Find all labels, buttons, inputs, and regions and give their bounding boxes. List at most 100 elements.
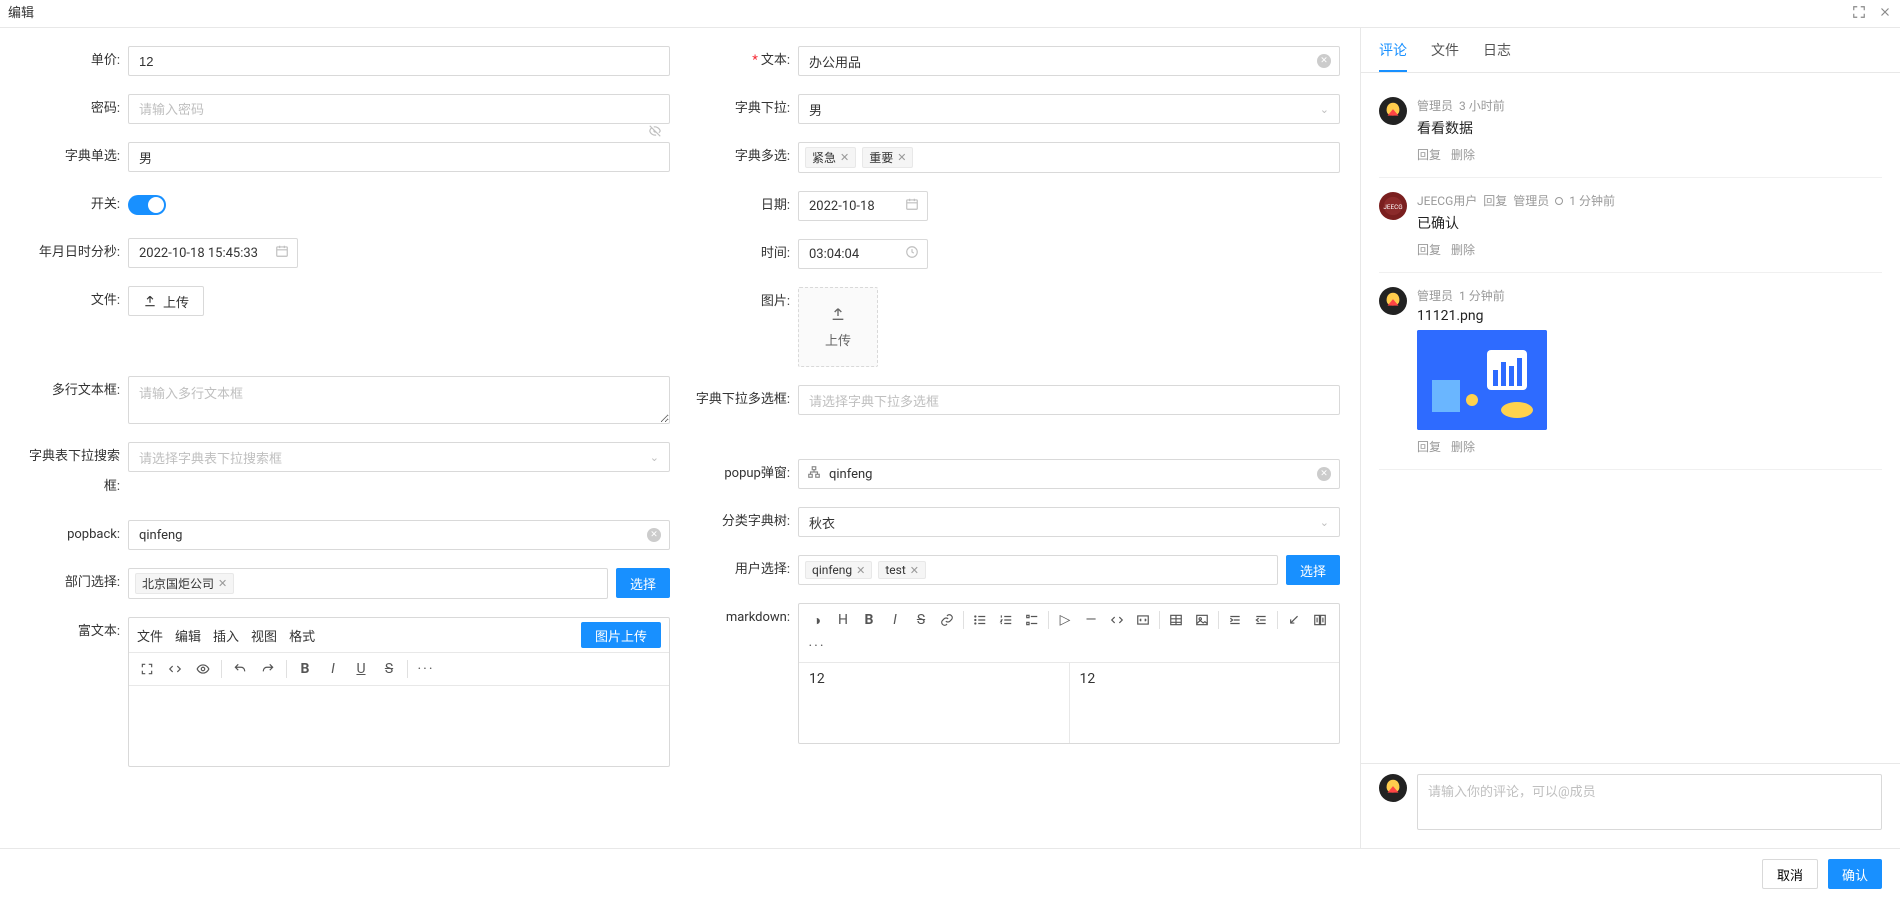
datetime-picker[interactable]: 2022-10-18 15:45:33 [128, 238, 298, 268]
indent-icon[interactable] [1223, 608, 1247, 632]
dict-radio-select[interactable]: 男 [128, 142, 670, 172]
dict-multi-box[interactable]: 紧急✕ 重要✕ [798, 142, 1340, 173]
tab-logs[interactable]: 日志 [1483, 40, 1511, 72]
codeblock-icon[interactable] [1131, 608, 1155, 632]
comment-input[interactable]: 请输入你的评论，可以@成员 [1417, 774, 1882, 830]
delete-link[interactable]: 删除 [1451, 146, 1475, 163]
menu-file[interactable]: 文件 [137, 626, 163, 645]
label-markdown: markdown: [690, 603, 798, 633]
preview-icon[interactable] [191, 657, 215, 681]
italic-icon[interactable]: I [321, 657, 345, 681]
more-icon[interactable]: ··· [414, 657, 438, 681]
richtext-image-upload-button[interactable]: 图片上传 [581, 622, 661, 648]
dept-select-button[interactable]: 选择 [616, 568, 670, 598]
link-icon[interactable] [935, 608, 959, 632]
tab-comments[interactable]: 评论 [1379, 40, 1407, 72]
outdent-icon[interactable] [1249, 608, 1273, 632]
dialog-footer: 取消 确认 [0, 848, 1900, 899]
dict-dropdown-select[interactable]: 男⌄ [798, 94, 1340, 124]
richtext-toolbar: B I U S ··· [129, 653, 669, 686]
markdown-source[interactable]: 12 [799, 663, 1069, 743]
tag-close-icon[interactable]: ✕ [897, 151, 906, 164]
delete-link[interactable]: 删除 [1451, 241, 1475, 258]
label-dict-dropdown: 字典下拉: [690, 94, 798, 124]
undo-icon[interactable] [228, 657, 252, 681]
redo-icon[interactable] [256, 657, 280, 681]
time-picker[interactable]: 03:04:04 [798, 239, 928, 269]
image-upload-box[interactable]: 上传 [798, 287, 878, 367]
label-category-tree: 分类字典树: [690, 507, 798, 537]
dept-select-box[interactable]: 北京国炬公司✕ [128, 568, 608, 599]
tag-close-icon[interactable]: ✕ [910, 564, 919, 577]
text-input[interactable]: 办公用品 ✕ [798, 46, 1340, 76]
strikethrough-icon[interactable]: S [909, 608, 933, 632]
calendar-icon [905, 197, 919, 215]
eye-off-icon[interactable] [648, 124, 662, 142]
reply-link[interactable]: 回复 [1417, 146, 1441, 163]
user-select-box[interactable]: qinfeng✕ test✕ [798, 555, 1278, 585]
switch-toggle[interactable] [128, 195, 166, 215]
calendar-icon [275, 244, 289, 262]
delete-link[interactable]: 删除 [1451, 438, 1475, 455]
tag-close-icon[interactable]: ✕ [856, 564, 865, 577]
ok-button[interactable]: 确认 [1828, 859, 1882, 889]
unit-price-input[interactable] [128, 46, 670, 76]
file-upload-label: 上传 [163, 292, 189, 311]
image-upload-label: 上传 [825, 330, 851, 349]
image-icon[interactable] [1190, 608, 1214, 632]
comments-list: 管理员3 小时前 看看数据 回复删除 JEECG JEECG用户 回复 管理员 … [1361, 73, 1900, 763]
quote-icon[interactable]: ▷ [1053, 608, 1077, 632]
fullscreen-icon[interactable] [1852, 5, 1866, 19]
comment-image[interactable] [1417, 330, 1547, 430]
fullscreen-icon[interactable] [135, 657, 159, 681]
clear-icon[interactable]: ✕ [1317, 54, 1331, 68]
clear-icon[interactable]: ✕ [647, 528, 661, 542]
tab-files[interactable]: 文件 [1431, 40, 1459, 72]
popup-input[interactable]: qinfeng ✕ [798, 459, 1340, 489]
label-textarea: 多行文本框: [20, 376, 128, 406]
label-image: 图片: [690, 287, 798, 317]
category-tree-value: 秋衣 [809, 513, 835, 532]
textarea-input[interactable] [128, 376, 670, 424]
strikethrough-icon[interactable]: S [377, 657, 401, 681]
scroll-sync-icon[interactable] [1308, 608, 1332, 632]
menu-insert[interactable]: 插入 [213, 626, 239, 645]
italic-icon[interactable]: I [883, 608, 907, 632]
password-input[interactable] [128, 94, 670, 124]
dict-multi-dropdown-select[interactable]: 请选择字典下拉多选框 [798, 385, 1340, 415]
line-break-icon[interactable]: ↙ [1282, 608, 1306, 632]
dict-search-select[interactable]: 请选择字典表下拉搜索框⌄ [128, 442, 670, 472]
heading-icon[interactable]: H [831, 608, 855, 632]
cancel-button[interactable]: 取消 [1762, 859, 1818, 889]
label-text: *文本: [690, 46, 798, 76]
hr-icon[interactable]: — [1079, 608, 1103, 632]
date-picker[interactable]: 2022-10-18 [798, 191, 928, 221]
popback-input[interactable]: qinfeng ✕ [128, 520, 670, 550]
underline-icon[interactable]: U [349, 657, 373, 681]
clear-icon[interactable]: ✕ [1317, 467, 1331, 481]
bold-icon[interactable]: B [857, 608, 881, 632]
bold-icon[interactable]: B [293, 657, 317, 681]
menu-format[interactable]: 格式 [289, 626, 315, 645]
tag-close-icon[interactable]: ✕ [218, 577, 227, 590]
close-icon[interactable] [1878, 5, 1892, 19]
category-tree-select[interactable]: 秋衣⌄ [798, 507, 1340, 537]
menu-view[interactable]: 视图 [251, 626, 277, 645]
list-ol-icon[interactable] [994, 608, 1018, 632]
code-icon[interactable] [1105, 608, 1129, 632]
user-select-button[interactable]: 选择 [1286, 555, 1340, 585]
more-icon[interactable]: ··· [805, 634, 829, 658]
checklist-icon[interactable] [1020, 608, 1044, 632]
label-dict-search: 字典表下拉搜索框: [20, 442, 128, 502]
logo-icon[interactable]: ◑ [805, 608, 829, 632]
tag-close-icon[interactable]: ✕ [840, 151, 849, 164]
file-upload-button[interactable]: 上传 [128, 286, 204, 316]
richtext-content[interactable] [129, 686, 669, 766]
code-icon[interactable] [163, 657, 187, 681]
table-icon[interactable] [1164, 608, 1188, 632]
reply-link[interactable]: 回复 [1417, 241, 1441, 258]
reply-link[interactable]: 回复 [1417, 438, 1441, 455]
menu-edit[interactable]: 编辑 [175, 626, 201, 645]
list-ul-icon[interactable] [968, 608, 992, 632]
label-file: 文件: [20, 286, 128, 316]
